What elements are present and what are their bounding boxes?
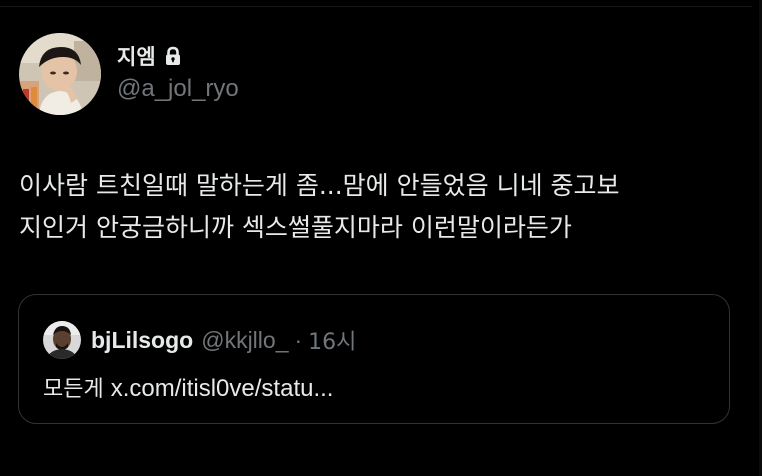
quoted-text-prefix: 모든게: [43, 377, 111, 402]
top-divider: [0, 0, 752, 7]
tweet-header: 지엠 @a_jol_ryo: [19, 33, 239, 115]
quoted-separator-dot: ·: [294, 326, 303, 353]
quoted-text-link[interactable]: x.com/itisl0ve/statu...: [111, 375, 334, 402]
quoted-tweet-text: 모든게 x.com/itisl0ve/statu...: [43, 371, 333, 403]
tweet-text: 이사람 트친일때 말하는게 좀...맘에 안들었음 니네 중고보 지인거 안궁금…: [19, 165, 739, 249]
quoted-author-avatar[interactable]: [43, 321, 81, 359]
lock-icon: [164, 46, 182, 66]
tweet-text-line: 이사람 트친일때 말하는게 좀...맘에 안들었음 니네 중고보: [19, 171, 620, 200]
quoted-tweet-header: bjLilsogo @kkjllo_ · 16시: [43, 321, 356, 359]
quoted-author-handle[interactable]: @kkjllo_: [201, 327, 288, 354]
quoted-avatar-image: [43, 321, 81, 359]
quoted-author-display-name[interactable]: bjLilsogo: [91, 327, 193, 354]
tweet-text-line: 지인거 안궁금하니까 섹스썰풀지마라 이런말이라든가: [19, 213, 572, 242]
author-avatar[interactable]: [19, 33, 101, 115]
author-handle[interactable]: @a_jol_ryo: [117, 75, 239, 103]
display-name-row: 지엠: [117, 41, 239, 71]
author-avatar-image: [19, 33, 101, 115]
author-display-name[interactable]: 지엠: [117, 41, 156, 71]
quoted-timestamp[interactable]: 16시: [308, 324, 356, 356]
author-names: 지엠 @a_jol_ryo: [117, 41, 239, 103]
quoted-tweet-card[interactable]: bjLilsogo @kkjllo_ · 16시 모든게 x.com/itisl…: [18, 294, 730, 424]
